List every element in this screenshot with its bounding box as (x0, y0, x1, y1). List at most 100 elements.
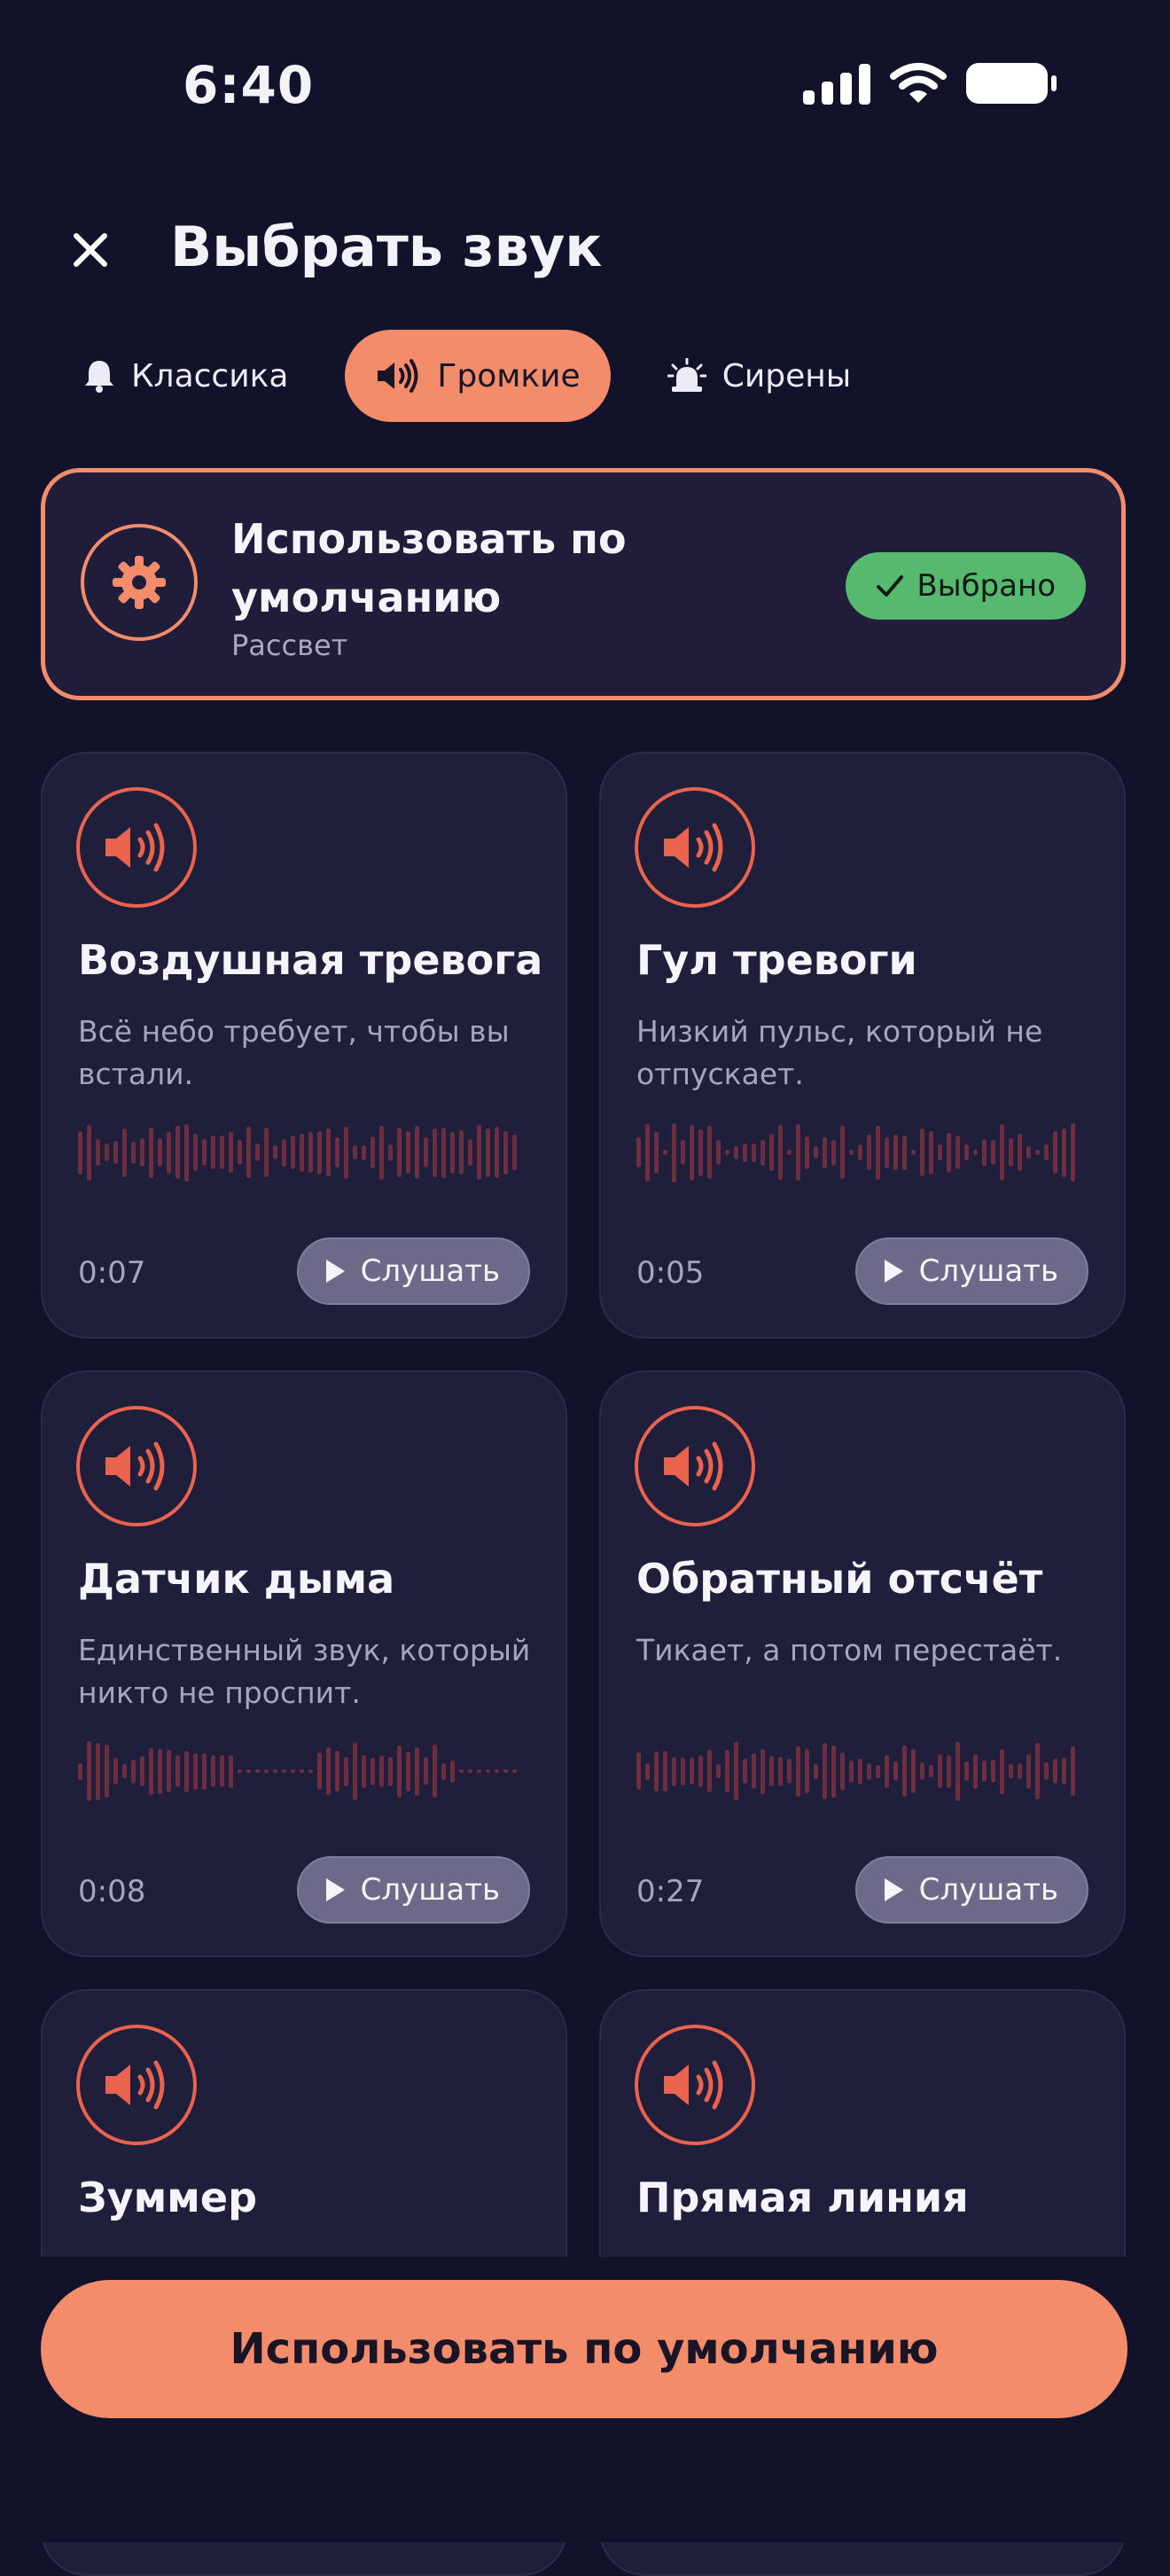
listen-button[interactable]: Слушать (854, 1237, 1088, 1305)
waveform-bar (911, 1150, 916, 1155)
waveform-bar (388, 1144, 393, 1161)
waveform-bar (344, 1756, 348, 1786)
waveform-bar (87, 1741, 91, 1801)
bell-icon (83, 358, 115, 394)
waveform-bar (450, 1131, 455, 1174)
sound-duration: 0:27 (636, 1874, 705, 1909)
waveform-bar (379, 1125, 384, 1180)
waveform-bar (964, 1761, 969, 1781)
waveform-bar (805, 1749, 809, 1793)
waveform-bar (441, 1762, 446, 1780)
speaker-icon (660, 820, 729, 875)
sound-duration: 0:08 (78, 1874, 146, 1909)
waveform-bar (255, 1144, 260, 1161)
waveform-bar (326, 1747, 331, 1795)
waveform-bar (176, 1755, 180, 1787)
waveform-bar (964, 1144, 969, 1160)
waveform-bar (388, 1756, 393, 1786)
waveform-bar (681, 1140, 685, 1165)
waveform-bar (707, 1750, 712, 1792)
waveform-bar (149, 1127, 153, 1178)
waveform-bar (149, 1747, 153, 1795)
selected-badge: Выбрано (846, 552, 1086, 620)
listen-button[interactable]: Слушать (296, 1237, 530, 1305)
waveform-bar (681, 1757, 685, 1785)
waveform-bar (1009, 1138, 1013, 1167)
waveform-bar (379, 1755, 384, 1787)
sound-title: Датчик дыма (78, 1555, 395, 1603)
waveform-bar (246, 1127, 251, 1178)
waveform-bar (273, 1769, 277, 1773)
waveform-bar (282, 1769, 286, 1773)
selected-badge-label: Выбрано (916, 568, 1056, 604)
waveform-bar (663, 1150, 667, 1155)
waveform-bar (982, 1138, 987, 1167)
waveform-bar (920, 1128, 924, 1176)
waveform-bar (486, 1769, 490, 1773)
waveform-bar (636, 1137, 641, 1167)
waveform-bar (308, 1769, 313, 1773)
waveform-bar (477, 1769, 481, 1773)
close-button[interactable] (62, 222, 119, 278)
sound-duration: 0:07 (78, 1255, 146, 1291)
waveform-bar (503, 1130, 508, 1175)
waveform-bar (947, 1754, 951, 1788)
cellular-signal-icon (803, 62, 870, 105)
waveform-bar (1035, 1150, 1040, 1155)
play-icon (324, 1877, 347, 1903)
sound-title: Гул тревоги (636, 936, 917, 984)
sound-card-alarm-hum[interactable]: Гул тревоги Низкий пульс, который не отп… (599, 752, 1126, 1339)
play-icon (882, 1877, 905, 1903)
sound-card-countdown[interactable]: Обратный отсчёт Тикает, а потом перестаё… (599, 1370, 1126, 1957)
waveform-bar (725, 1150, 729, 1155)
wifi-icon (890, 63, 947, 103)
waveform-bar (778, 1756, 783, 1786)
waveform (636, 1737, 1088, 1805)
waveform-bar (654, 1751, 659, 1791)
waveform-bar (459, 1130, 464, 1175)
speaker-icon (660, 1439, 729, 1494)
listen-button[interactable]: Слушать (296, 1856, 530, 1924)
waveform-bar (433, 1128, 437, 1177)
sound-title: Воздушная тревога (78, 936, 543, 984)
speaker-icon-circle (76, 1406, 197, 1526)
sound-duration: 0:05 (636, 1255, 705, 1291)
sound-card-smoke-detector[interactable]: Датчик дыма Единственный звук, который н… (41, 1370, 567, 1957)
waveform-bar (264, 1769, 269, 1773)
sound-description: Тикает, а потом перестаёт. (636, 1633, 1063, 1667)
waveform-bar (317, 1130, 322, 1175)
waveform-bar (814, 1763, 818, 1779)
sound-description: Всё небо требует, чтобы вы встали. (78, 1014, 510, 1091)
use-default-button[interactable]: Использовать по умолчанию (41, 2280, 1127, 2418)
speaker-icon-circle (635, 1406, 755, 1526)
sound-card-air-raid[interactable]: Воздушная тревога Всё небо требует, чтоб… (41, 752, 567, 1339)
sound-title: Обратный отсчёт (636, 1555, 1043, 1603)
waveform-bar (238, 1140, 242, 1165)
tab-sirens[interactable]: Сирены (637, 330, 882, 422)
waveform-bar (512, 1135, 517, 1170)
waveform-bar (113, 1141, 118, 1164)
header: Выбрать звук (0, 204, 1170, 301)
waveform-bar (211, 1755, 215, 1787)
listen-button[interactable]: Слушать (854, 1856, 1088, 1924)
waveform-bar (362, 1144, 366, 1160)
waveform-bar (300, 1769, 304, 1773)
waveform-bar (229, 1754, 233, 1788)
tab-classic[interactable]: Классика (53, 330, 318, 422)
waveform-bar (353, 1145, 357, 1159)
waveform-bar (1035, 1743, 1040, 1799)
default-sound-option[interactable]: Использовать по умолчанию Рассвет Выбран… (41, 468, 1126, 700)
waveform-bar (140, 1138, 144, 1167)
waveform-bar (867, 1135, 871, 1170)
sound-description: Низкий пульс, который не отпускает. (636, 1014, 1043, 1091)
waveform-bar (876, 1764, 880, 1778)
waveform-bar (787, 1759, 792, 1784)
waveform-bar (87, 1124, 91, 1181)
waveform-bar (503, 1769, 508, 1773)
waveform-bar (220, 1136, 224, 1169)
waveform-bar (902, 1135, 907, 1170)
waveform-bar (1071, 1123, 1075, 1182)
waveform-bar (938, 1754, 942, 1788)
tab-loud[interactable]: Громкие (345, 330, 611, 422)
waveform-bar (1062, 1758, 1066, 1784)
